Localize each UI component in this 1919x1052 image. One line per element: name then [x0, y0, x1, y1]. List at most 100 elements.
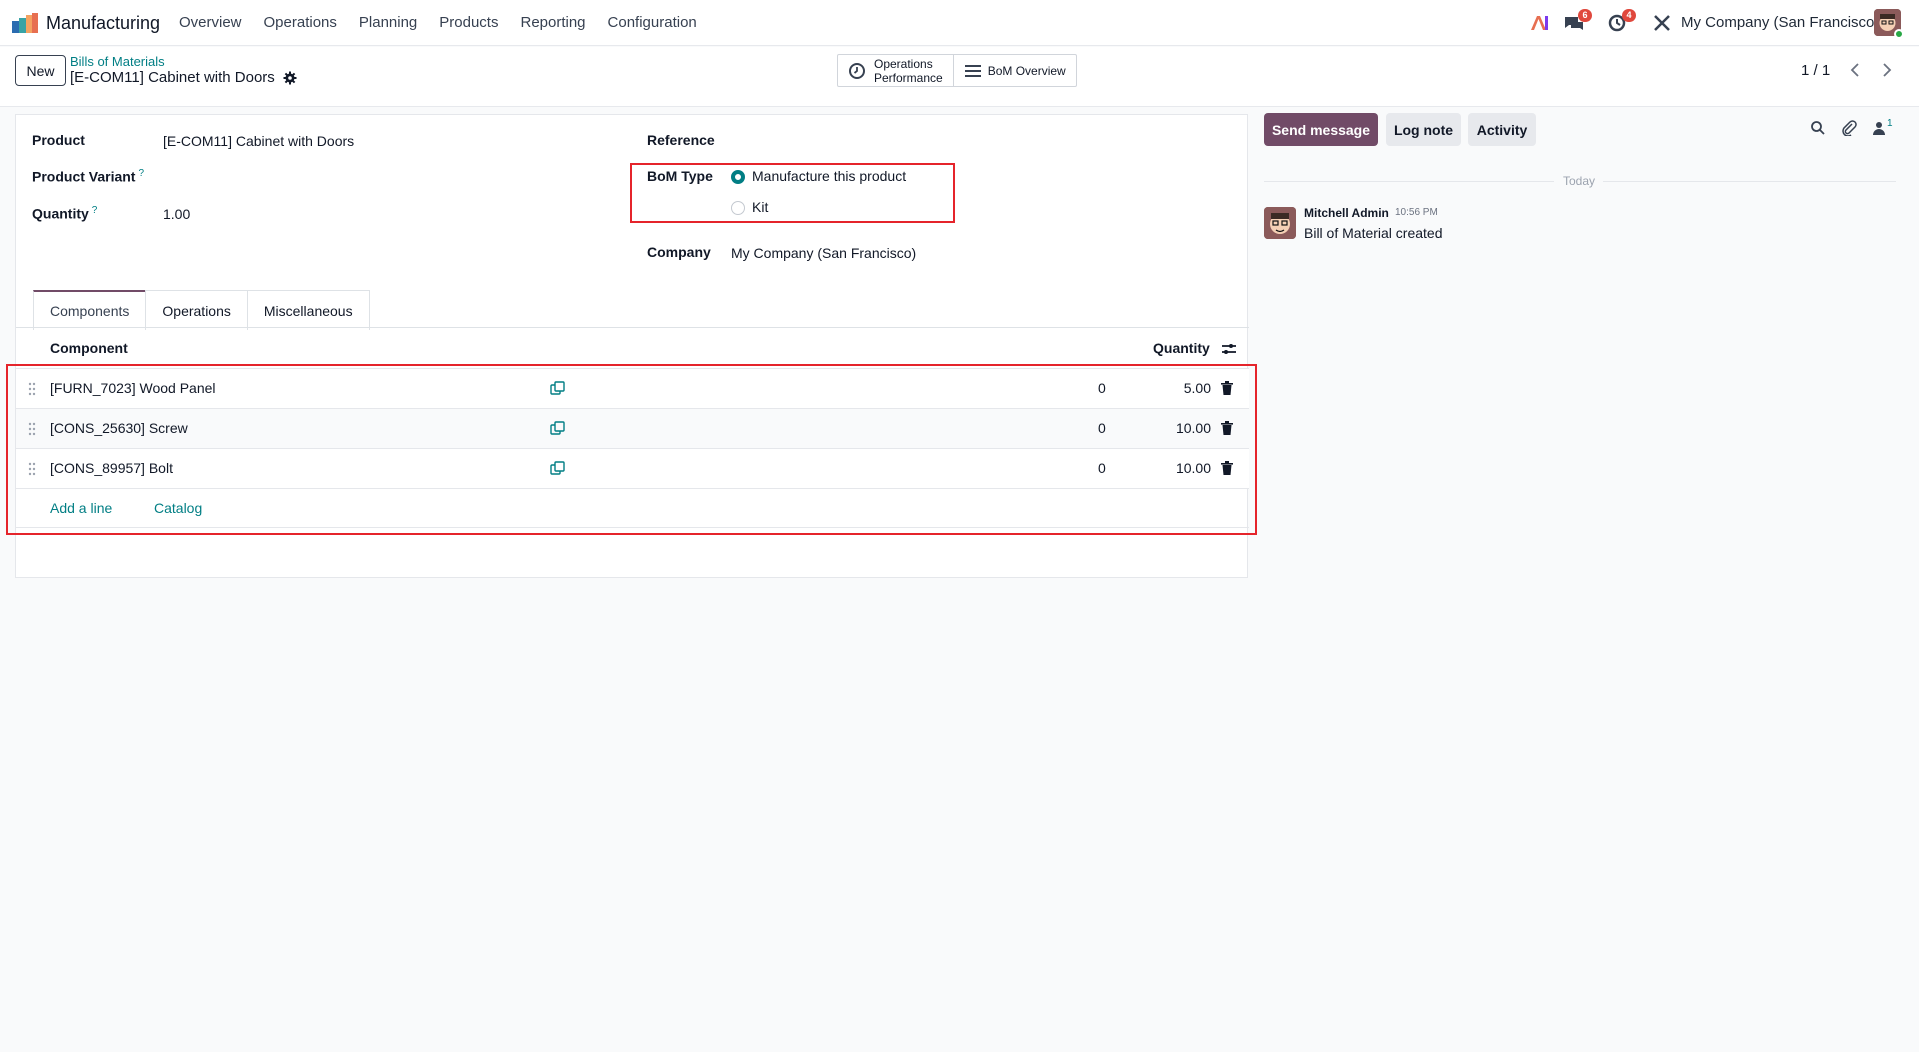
user-avatar[interactable] — [1874, 9, 1904, 39]
menu-overview[interactable]: Overview — [179, 14, 242, 31]
reference-label: Reference — [647, 132, 715, 148]
messages-icon[interactable]: 6 — [1563, 9, 1592, 33]
add-line-row: Add a line Catalog — [16, 488, 1249, 528]
ops-performance-line2: Performance — [874, 70, 943, 85]
quantity-field[interactable]: 1.00 — [163, 206, 190, 222]
component-zero: 0 — [1098, 420, 1106, 436]
menu-reporting[interactable]: Reporting — [520, 14, 585, 31]
activity-button[interactable]: Activity — [1468, 113, 1536, 146]
activities-clock-icon[interactable]: 4 — [1607, 9, 1636, 33]
main-menu: Overview Operations Planning Products Re… — [179, 14, 719, 31]
send-message-button[interactable]: Send message — [1264, 113, 1378, 146]
trash-icon[interactable] — [1221, 381, 1233, 395]
activities-badge: 4 — [1622, 9, 1636, 22]
form-sheet: Product [E-COM11] Cabinet with Doors Pro… — [15, 114, 1249, 578]
today-divider-left — [1264, 181, 1554, 182]
smart-buttons: Operations Performance BoM Overview — [837, 54, 1077, 87]
copy-icon[interactable] — [550, 461, 565, 476]
log-note-button[interactable]: Log note — [1386, 113, 1461, 146]
pager-value[interactable]: 1 / 1 — [1801, 62, 1830, 79]
app-name[interactable]: Manufacturing — [46, 13, 160, 34]
gear-icon[interactable] — [283, 71, 297, 85]
radio-kit[interactable] — [731, 201, 745, 215]
drag-handle-icon[interactable] — [28, 462, 36, 476]
message-avatar[interactable] — [1264, 207, 1296, 239]
table-row[interactable]: [CONS_25630] Screw 0 10.00 — [16, 408, 1249, 448]
table-row[interactable]: [CONS_89957] Bolt 0 10.00 — [16, 448, 1249, 488]
component-quantity[interactable]: 10.00 — [1176, 420, 1211, 436]
menu-operations[interactable]: Operations — [264, 14, 337, 31]
column-settings-icon[interactable] — [1221, 342, 1237, 356]
today-label: Today — [1563, 174, 1596, 188]
product-variant-field[interactable] — [163, 168, 453, 186]
bom-overview-button[interactable]: BoM Overview — [954, 55, 1076, 86]
catalog-link[interactable]: Catalog — [154, 500, 202, 516]
quantity-label: Quantity? — [32, 205, 98, 222]
notebook-tabs: Components Operations Miscellaneous — [33, 290, 370, 330]
product-label: Product — [32, 132, 85, 148]
user-icon — [1873, 122, 1885, 135]
copy-icon[interactable] — [550, 421, 565, 436]
copy-icon[interactable] — [550, 381, 565, 396]
record-title-row: [E-COM11] Cabinet with Doors — [70, 69, 297, 86]
bom-type-label: BoM Type — [647, 168, 713, 184]
company-field[interactable]: My Company (San Francisco) — [731, 245, 916, 261]
clock-icon — [849, 62, 865, 79]
menu-products[interactable]: Products — [439, 14, 498, 31]
operations-performance-button[interactable]: Operations Performance — [838, 55, 954, 86]
company-switcher[interactable]: My Company (San Francisco) — [1681, 14, 1879, 31]
component-name[interactable]: [CONS_89957] Bolt — [50, 460, 173, 476]
menu-configuration[interactable]: Configuration — [608, 14, 697, 31]
table-row[interactable]: [FURN_7023] Wood Panel 0 5.00 — [16, 368, 1249, 408]
component-zero: 0 — [1098, 380, 1106, 396]
search-icon[interactable] — [1810, 120, 1826, 136]
component-name[interactable]: [CONS_25630] Screw — [50, 420, 188, 436]
new-button[interactable]: New — [15, 55, 66, 86]
radio-manufacture[interactable] — [731, 170, 745, 184]
message-time: 10:56 PM — [1395, 207, 1438, 218]
messages-badge: 6 — [1578, 9, 1592, 22]
today-divider-right — [1603, 181, 1896, 182]
column-header-quantity[interactable]: Quantity — [1153, 340, 1210, 356]
trash-icon[interactable] — [1221, 421, 1233, 435]
paperclip-icon[interactable] — [1841, 120, 1857, 136]
components-list-header: Component Quantity — [16, 328, 1249, 368]
trash-icon[interactable] — [1221, 461, 1233, 475]
top-navbar: Manufacturing Overview Operations Planni… — [0, 0, 1919, 46]
component-quantity[interactable]: 10.00 — [1176, 460, 1211, 476]
followers-count: 1 — [1887, 118, 1893, 129]
chevron-left-icon[interactable] — [1846, 60, 1866, 80]
drag-handle-icon[interactable] — [28, 382, 36, 396]
radio-manufacture-label[interactable]: Manufacture this product — [752, 168, 906, 184]
bom-overview-label: BoM Overview — [987, 63, 1066, 78]
message-author[interactable]: Mitchell Admin — [1304, 206, 1389, 220]
tab-operations[interactable]: Operations — [145, 290, 248, 330]
list-icon — [964, 64, 981, 77]
variant-help-icon[interactable]: ? — [138, 168, 144, 179]
company-label: Company — [647, 244, 711, 260]
column-header-component[interactable]: Component — [50, 340, 128, 356]
drag-handle-icon[interactable] — [28, 422, 36, 436]
message-body: Bill of Material created — [1304, 225, 1443, 241]
tab-components[interactable]: Components — [33, 290, 147, 330]
reference-field[interactable] — [731, 132, 1021, 150]
tools-icon[interactable] — [1651, 13, 1673, 33]
ops-performance-line1: Operations — [874, 56, 933, 71]
component-name[interactable]: [FURN_7023] Wood Panel — [50, 380, 216, 396]
radio-kit-label[interactable]: Kit — [752, 199, 768, 215]
followers-button[interactable]: 1 — [1873, 118, 1897, 138]
ai-assistant-icon[interactable] — [1528, 13, 1550, 33]
chevron-right-icon[interactable] — [1876, 60, 1896, 80]
breadcrumb-bills-of-materials[interactable]: Bills of Materials — [70, 54, 165, 69]
menu-planning[interactable]: Planning — [359, 14, 417, 31]
add-line-link[interactable]: Add a line — [50, 500, 112, 516]
tab-miscellaneous[interactable]: Miscellaneous — [246, 290, 370, 330]
component-quantity[interactable]: 5.00 — [1184, 380, 1211, 396]
product-variant-label: Product Variant? — [32, 168, 145, 185]
quantity-help-icon[interactable]: ? — [92, 205, 98, 216]
record-title: [E-COM11] Cabinet with Doors — [70, 69, 275, 86]
product-field[interactable]: [E-COM11] Cabinet with Doors — [163, 133, 354, 149]
manufacturing-app-icon[interactable] — [12, 13, 38, 33]
control-panel: New Bills of Materials [E-COM11] Cabinet… — [0, 47, 1919, 107]
user-face-icon — [1264, 207, 1296, 239]
